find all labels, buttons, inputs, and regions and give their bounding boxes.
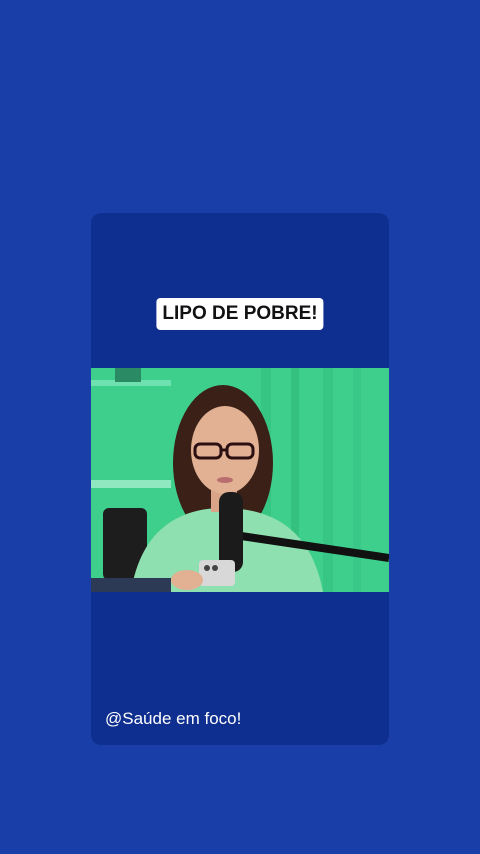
- account-handle: @Saúde em foco!: [105, 709, 242, 728]
- video-frame-illustration: [91, 368, 389, 592]
- caption-label: LIPO DE POBRE!: [156, 298, 324, 330]
- video-player[interactable]: [91, 368, 389, 592]
- story-card: LIPO DE POBRE! @Saúde em foco!: [91, 213, 389, 745]
